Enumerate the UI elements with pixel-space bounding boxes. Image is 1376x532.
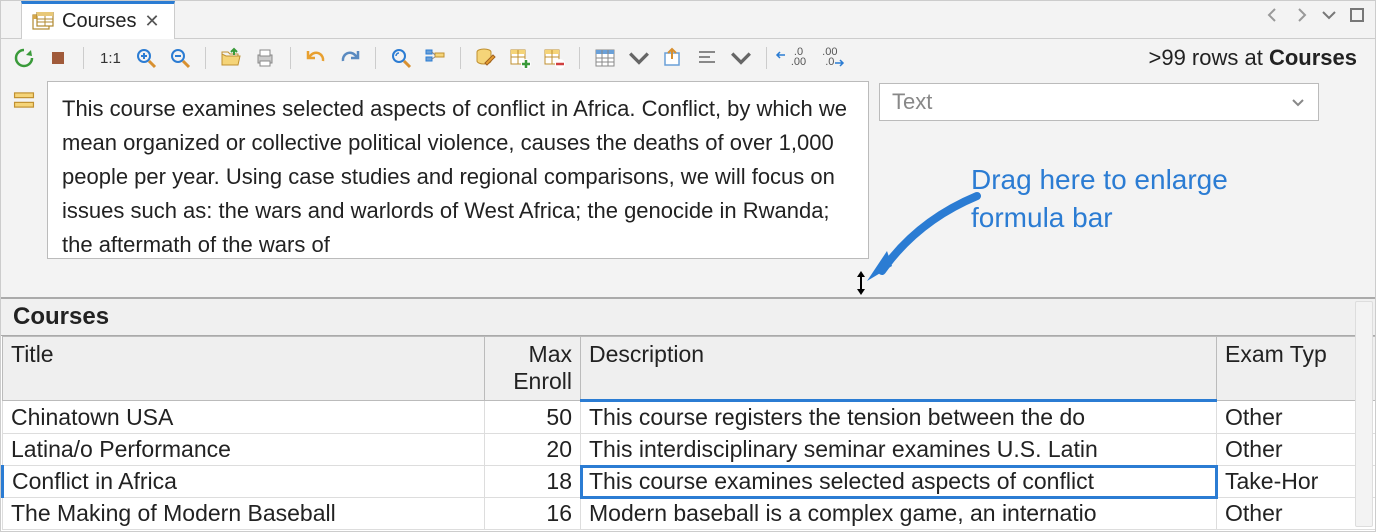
cell-exam[interactable]: Other	[1217, 434, 1376, 466]
table-icon	[32, 12, 54, 32]
edit-data-icon[interactable]	[473, 45, 499, 71]
cell-max-enroll[interactable]: 50	[485, 401, 581, 434]
tab-bar: Courses ✕	[1, 1, 1375, 39]
prev-tab-icon[interactable]	[1265, 7, 1281, 28]
table-row[interactable]: Conflict in Africa 18 This course examin…	[3, 466, 1376, 498]
col-header-title[interactable]: Title	[3, 337, 485, 401]
column-header-row: Title MaxEnroll Description Exam Typ	[3, 337, 1376, 401]
tab-courses[interactable]: Courses ✕	[21, 1, 175, 39]
tab-menu-icon[interactable]	[1321, 7, 1337, 28]
cell-title[interactable]: The Making of Modern Baseball	[3, 498, 485, 530]
grid-style-dropdown[interactable]	[626, 45, 652, 71]
cell-max-enroll[interactable]: 16	[485, 498, 581, 530]
annotation-hint: Drag here to enlarge formula bar	[971, 161, 1228, 237]
align-dropdown[interactable]	[728, 45, 754, 71]
type-select-value: Text	[892, 89, 932, 115]
undo-icon[interactable]	[303, 45, 329, 71]
decrease-decimals-icon[interactable]: .0 .00	[779, 45, 810, 71]
cell-description[interactable]: Modern baseball is a complex game, an in…	[581, 498, 1217, 530]
cell-description[interactable]: This course registers the tension betwee…	[581, 401, 1217, 434]
tab-controls	[1265, 7, 1365, 28]
col-header-exam-type[interactable]: Exam Typ	[1217, 337, 1376, 401]
maximize-icon[interactable]	[1349, 7, 1365, 28]
redo-icon[interactable]	[337, 45, 363, 71]
data-grid: Courses Title MaxEnroll Description Exam…	[1, 297, 1375, 531]
cell-title[interactable]: Latina/o Performance	[3, 434, 485, 466]
add-row-icon[interactable]	[507, 45, 533, 71]
cell-description[interactable]: This course examines selected aspects of…	[581, 466, 1217, 498]
align-icon[interactable]	[694, 45, 720, 71]
table-row[interactable]: Latina/o Performance 20 This interdiscip…	[3, 434, 1376, 466]
open-icon[interactable]	[218, 45, 244, 71]
panel-toggle-icon[interactable]	[11, 87, 37, 113]
refresh-icon[interactable]	[11, 45, 37, 71]
zoom-out-icon[interactable]	[167, 45, 193, 71]
filter-icon[interactable]	[422, 45, 448, 71]
next-tab-icon[interactable]	[1293, 7, 1309, 28]
delete-row-icon[interactable]	[541, 45, 567, 71]
cell-exam[interactable]: Other	[1217, 401, 1376, 434]
increase-decimals-icon[interactable]: .00 .0	[818, 45, 841, 71]
col-header-description[interactable]: Description	[581, 337, 1217, 401]
find-icon[interactable]	[388, 45, 414, 71]
col-header-max-enroll[interactable]: MaxEnroll	[485, 337, 581, 401]
row-count-status: >99 rows at Courses	[1149, 45, 1358, 71]
cell-description[interactable]: This interdisciplinary seminar examines …	[581, 434, 1217, 466]
vertical-scrollbar[interactable]	[1355, 301, 1373, 527]
cell-exam[interactable]: Take-Hor	[1217, 466, 1376, 498]
tab-label: Courses	[62, 10, 136, 33]
zoom-in-icon[interactable]	[133, 45, 159, 71]
grid-title: Courses	[1, 299, 1375, 336]
cell-max-enroll[interactable]: 20	[485, 434, 581, 466]
cell-exam[interactable]: Other	[1217, 498, 1376, 530]
print-icon[interactable]	[252, 45, 278, 71]
grid-style-icon[interactable]	[592, 45, 618, 71]
type-select[interactable]: Text	[879, 83, 1319, 121]
formula-bar[interactable]: This course examines selected aspects of…	[47, 81, 869, 259]
export-icon[interactable]	[660, 45, 686, 71]
cell-title[interactable]: Conflict in Africa	[3, 466, 485, 498]
cell-title[interactable]: Chinatown USA	[3, 401, 485, 434]
chevron-down-icon	[1290, 94, 1306, 110]
table-row[interactable]: Chinatown USA 50 This course registers t…	[3, 401, 1376, 434]
stop-icon[interactable]	[45, 45, 71, 71]
zoom-ratio[interactable]: 1:1	[96, 45, 125, 71]
cell-max-enroll[interactable]: 18	[485, 466, 581, 498]
table-row[interactable]: The Making of Modern Baseball 16 Modern …	[3, 498, 1376, 530]
close-icon[interactable]: ✕	[144, 11, 159, 32]
